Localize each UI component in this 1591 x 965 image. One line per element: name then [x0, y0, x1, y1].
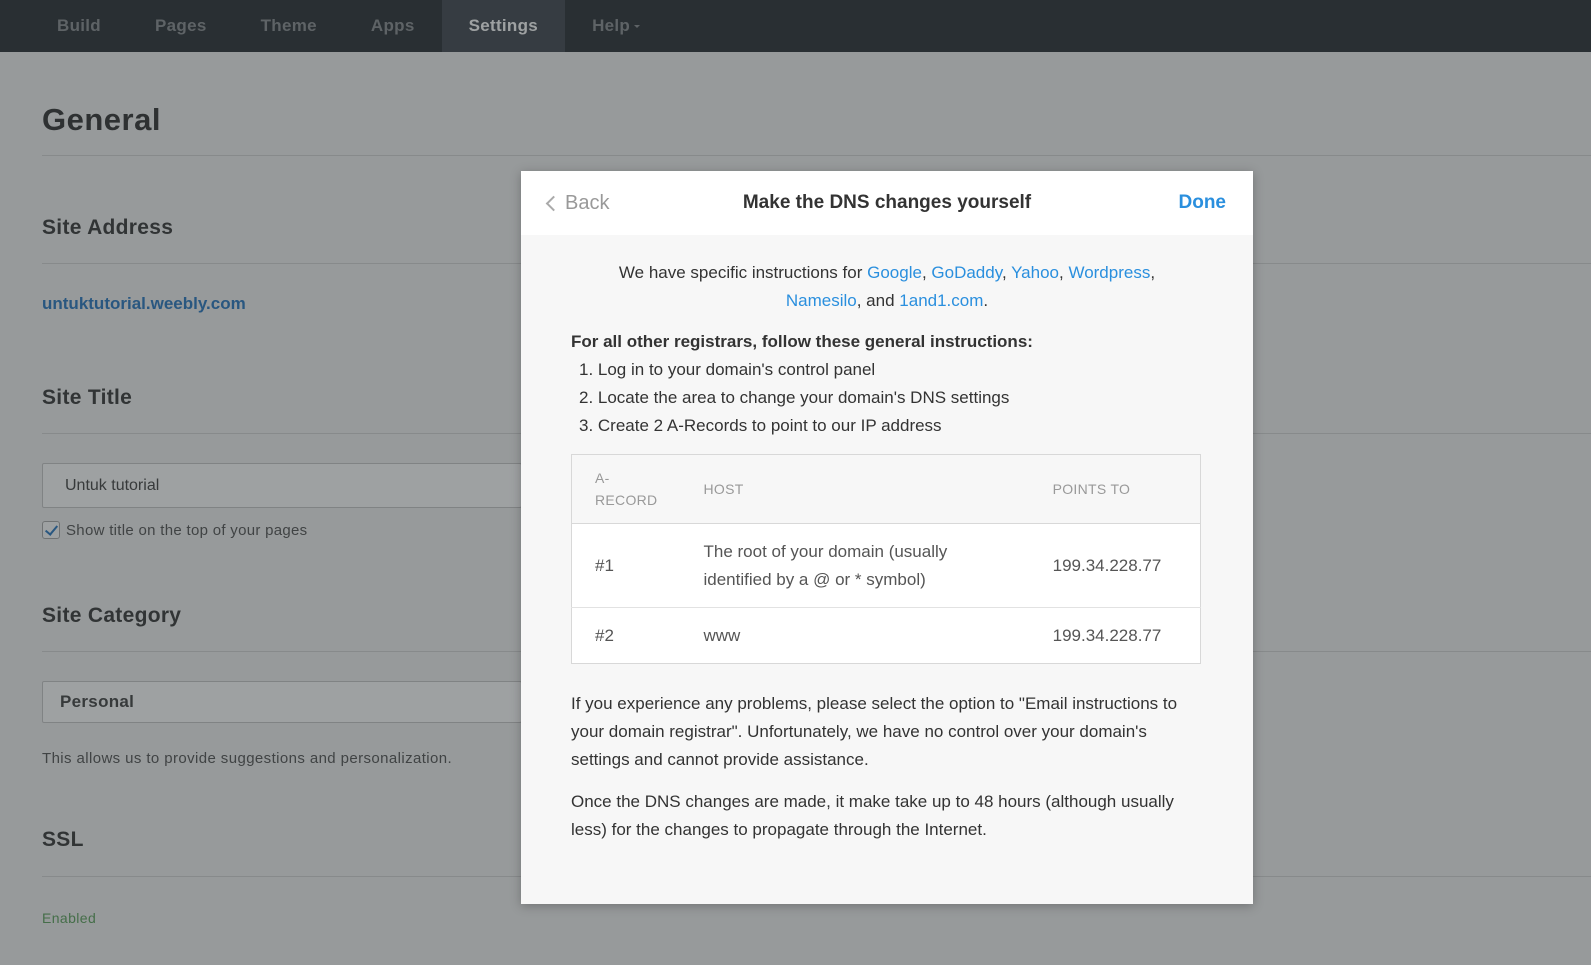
step-item: 1. Log in to your domain's control panel — [579, 360, 876, 379]
table-row: #1 The root of your domain (usually iden… — [571, 523, 1201, 608]
step-item: 3. Create 2 A-Records to point to our IP… — [579, 416, 942, 435]
done-button[interactable]: Done — [1179, 171, 1227, 235]
header-a-record: A- RECORD — [571, 454, 681, 524]
general-instructions-title: For all other registrars, follow these g… — [571, 332, 1033, 351]
back-label: Back — [565, 191, 610, 214]
propagation-text: Once the DNS changes are made, it make t… — [571, 792, 1174, 839]
record-cell: #1 — [571, 523, 681, 608]
modal-body: We have specific instructions for Google… — [521, 235, 1253, 844]
host-cell: The root of your domain (usually identif… — [680, 523, 1030, 608]
steps-list: 1. Log in to your domain's control panel… — [571, 356, 1203, 440]
table-header-row: A- RECORD HOST POINTS TO — [571, 454, 1201, 524]
table-row: #2 www 199.34.228.77 — [572, 608, 1201, 664]
points-to-cell: 199.34.228.77 — [1029, 523, 1201, 608]
modal-title: Make the DNS changes yourself — [742, 192, 1032, 213]
provider-link-godaddy[interactable]: GoDaddy — [931, 263, 1002, 282]
header-a-record-line1: A- — [595, 470, 610, 486]
step-item: 2. Locate the area to change your domain… — [579, 388, 1010, 407]
modal-header: Back Make the DNS changes yourself Done — [521, 171, 1253, 235]
header-a-record-line2: RECORD — [595, 492, 658, 508]
provider-link-yahoo[interactable]: Yahoo — [1011, 263, 1059, 282]
provider-intro: We have specific instructions for Google… — [618, 263, 1156, 310]
chevron-left-icon — [545, 195, 562, 212]
provider-link-wordpress[interactable]: Wordpress — [1068, 263, 1150, 282]
intro-prefix: We have specific instructions for — [618, 263, 863, 282]
points-to-cell: 199.34.228.77 — [1052, 625, 1162, 645]
provider-link-1and1[interactable]: 1and1.com — [899, 291, 983, 310]
provider-link-namesilo[interactable]: Namesilo — [786, 291, 857, 310]
header-points-to: POINTS TO — [1029, 454, 1201, 524]
intro-and: and — [866, 291, 895, 310]
record-cell: #2 — [595, 625, 614, 645]
a-records-table: A- RECORD HOST POINTS TO #1 The root of y… — [571, 454, 1201, 664]
provider-link-google[interactable]: Google — [867, 263, 922, 282]
host-cell: www — [703, 625, 741, 645]
header-host: HOST — [680, 454, 1030, 524]
problems-text: If you experience any problems, please s… — [571, 694, 1178, 769]
dns-modal: Back Make the DNS changes yourself Done … — [521, 171, 1253, 904]
back-button[interactable]: Back — [545, 171, 610, 235]
